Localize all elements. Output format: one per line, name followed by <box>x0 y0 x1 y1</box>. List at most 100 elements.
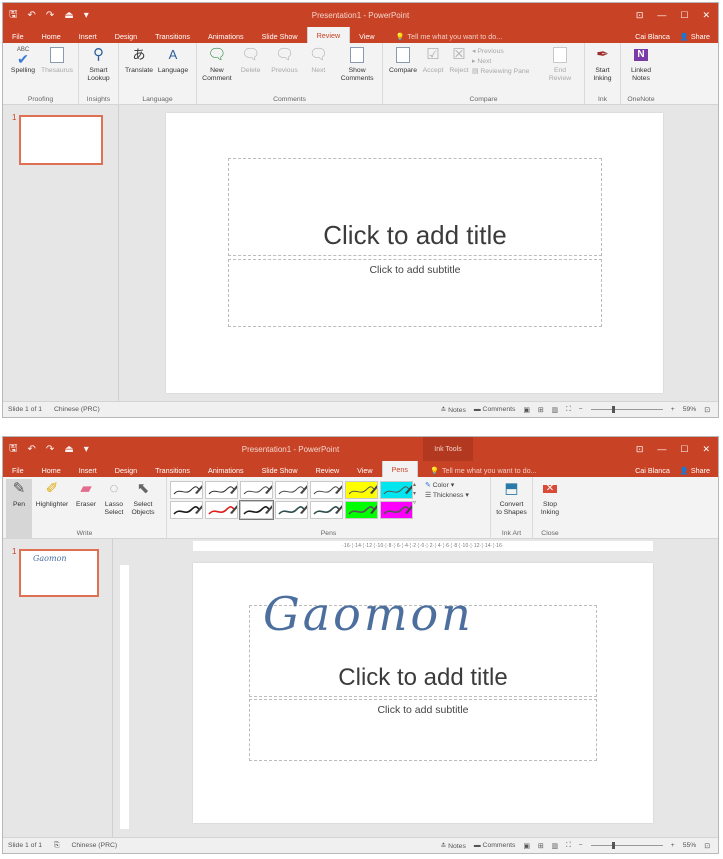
slide-show-icon[interactable]: ⛶ <box>566 406 571 414</box>
tab-file[interactable]: File <box>3 29 33 43</box>
ribbon-display-options-icon[interactable]: ⊡ <box>636 444 644 455</box>
zoom-out-icon[interactable]: − <box>579 406 583 413</box>
gallery-down-icon[interactable]: ▾ <box>413 490 422 497</box>
redo-icon[interactable]: ↷ <box>46 10 54 21</box>
reading-view-icon[interactable]: ▥ <box>552 842 558 850</box>
minimize-icon[interactable]: — <box>657 10 666 21</box>
maximize-icon[interactable]: ☐ <box>680 10 688 21</box>
tab-insert[interactable]: Insert <box>70 29 106 43</box>
pen-swatch[interactable] <box>205 501 238 519</box>
tab-file[interactable]: File <box>3 463 33 477</box>
close-icon[interactable]: ✕ <box>702 444 710 455</box>
tab-slide-show[interactable]: Slide Show <box>253 463 307 477</box>
tab-review[interactable]: Review <box>307 463 349 477</box>
language-status[interactable]: Chinese (PRC) <box>71 842 117 849</box>
comments-button[interactable]: ▬ Comments <box>474 842 516 849</box>
user-name[interactable]: Cai Blanca <box>635 32 670 41</box>
subtitle-placeholder[interactable]: Click to add subtitle <box>228 259 602 327</box>
slide-thumbnail[interactable] <box>19 115 103 165</box>
zoom-out-icon[interactable]: − <box>579 842 583 849</box>
zoom-level[interactable]: 59% <box>683 406 697 413</box>
comments-button[interactable]: ▬ Comments <box>474 406 516 413</box>
notes-button[interactable]: ≛ Notes <box>441 842 466 850</box>
zoom-slider[interactable] <box>590 842 663 849</box>
previous-change-button[interactable]: ◂ Previous <box>472 47 546 55</box>
gallery-up-icon[interactable]: ▴ <box>413 481 422 488</box>
tab-pens[interactable]: Pens <box>381 461 418 477</box>
zoom-in-icon[interactable]: + <box>671 406 675 413</box>
tab-transitions[interactable]: Transitions <box>146 29 199 43</box>
pen-swatch[interactable] <box>275 481 308 499</box>
tab-slide-show[interactable]: Slide Show <box>253 29 307 43</box>
fit-slide-icon[interactable]: ⊡ <box>704 406 710 414</box>
user-name[interactable]: Cai Blanca <box>635 466 670 475</box>
tab-design[interactable]: Design <box>106 29 146 43</box>
pen-swatch[interactable] <box>170 481 203 499</box>
share-button[interactable]: 👤 Share <box>680 466 710 475</box>
tab-transitions[interactable]: Transitions <box>146 463 199 477</box>
tab-view[interactable]: View <box>350 29 383 43</box>
pen-swatch[interactable] <box>380 481 413 499</box>
handwritten-ink-text[interactable]: Gaomon <box>263 587 474 641</box>
title-placeholder[interactable]: Click to add title <box>228 158 602 256</box>
reviewing-pane-button[interactable]: ▤ Reviewing Pane <box>472 67 546 75</box>
pen-swatch[interactable] <box>345 481 378 499</box>
customize-qat-icon[interactable]: ▾ <box>84 444 89 455</box>
slide-canvas[interactable]: Click to add title Click to add subtitle… <box>193 563 653 823</box>
slide-sorter-icon[interactable]: ⊞ <box>538 406 544 414</box>
tab-animations[interactable]: Animations <box>199 463 253 477</box>
save-icon[interactable]: 🖫 <box>9 7 18 24</box>
pen-swatch[interactable] <box>275 501 308 519</box>
zoom-level[interactable]: 55% <box>683 842 697 849</box>
reading-view-icon[interactable]: ▥ <box>552 406 558 414</box>
share-button[interactable]: 👤 Share <box>680 32 710 41</box>
tell-me-box[interactable]: 💡 Tell me what you want to do... <box>418 463 537 477</box>
next-change-button[interactable]: ▸ Next <box>472 57 546 65</box>
notes-button[interactable]: ≛ Notes <box>441 406 466 414</box>
minimize-icon[interactable]: — <box>657 444 666 455</box>
tab-design[interactable]: Design <box>106 463 146 477</box>
maximize-icon[interactable]: ☐ <box>680 444 688 455</box>
tab-home[interactable]: Home <box>33 29 70 43</box>
normal-view-icon[interactable]: ▣ <box>523 406 529 414</box>
ribbon-display-options-icon[interactable]: ⊡ <box>636 10 644 21</box>
pen-swatch[interactable] <box>205 481 238 499</box>
zoom-slider-thumb[interactable] <box>612 406 616 413</box>
pen-thickness-button[interactable]: ☰ Thickness ▾ <box>425 491 469 499</box>
pen-swatch[interactable] <box>240 481 273 499</box>
undo-icon[interactable]: ↶ <box>28 444 36 455</box>
tab-review[interactable]: Review <box>306 27 351 43</box>
start-from-beginning-icon[interactable]: ⏏ <box>64 10 73 21</box>
subtitle-placeholder[interactable]: Click to add subtitle <box>249 699 597 761</box>
pen-swatch[interactable] <box>170 501 203 519</box>
pen-swatch[interactable] <box>310 481 343 499</box>
customize-qat-icon[interactable]: ▾ <box>84 10 89 21</box>
zoom-in-icon[interactable]: + <box>671 842 675 849</box>
tell-me-box[interactable]: 💡 Tell me what you want to do... <box>384 29 503 43</box>
undo-icon[interactable]: ↶ <box>28 10 36 21</box>
pen-swatch[interactable] <box>239 500 274 520</box>
pen-swatch[interactable] <box>345 501 378 519</box>
pen-color-button[interactable]: ✎ Color ▾ <box>425 481 469 489</box>
save-icon[interactable]: 🖫 <box>9 441 18 458</box>
normal-view-icon[interactable]: ▣ <box>523 842 529 850</box>
tab-animations[interactable]: Animations <box>199 29 253 43</box>
spell-check-status-icon[interactable]: ⎘ <box>54 842 59 850</box>
slide-show-icon[interactable]: ⛶ <box>566 842 571 850</box>
pen-swatch[interactable] <box>310 501 343 519</box>
tab-view[interactable]: View <box>348 463 381 477</box>
slide-sorter-icon[interactable]: ⊞ <box>538 842 544 850</box>
tab-home[interactable]: Home <box>33 463 70 477</box>
redo-icon[interactable]: ↷ <box>46 444 54 455</box>
pen-swatch[interactable] <box>380 501 413 519</box>
fit-slide-icon[interactable]: ⊡ <box>704 842 710 850</box>
zoom-slider-thumb[interactable] <box>612 842 616 849</box>
language-status[interactable]: Chinese (PRC) <box>54 406 100 413</box>
slide-canvas[interactable]: Click to add title Click to add subtitle <box>166 113 663 393</box>
close-icon[interactable]: ✕ <box>702 10 710 21</box>
slide-thumbnail[interactable]: Gaomon <box>19 549 99 597</box>
zoom-slider[interactable] <box>590 406 663 413</box>
tab-insert[interactable]: Insert <box>70 463 106 477</box>
gallery-more-icon[interactable]: ▿ <box>413 499 422 506</box>
start-from-beginning-icon[interactable]: ⏏ <box>64 444 73 455</box>
